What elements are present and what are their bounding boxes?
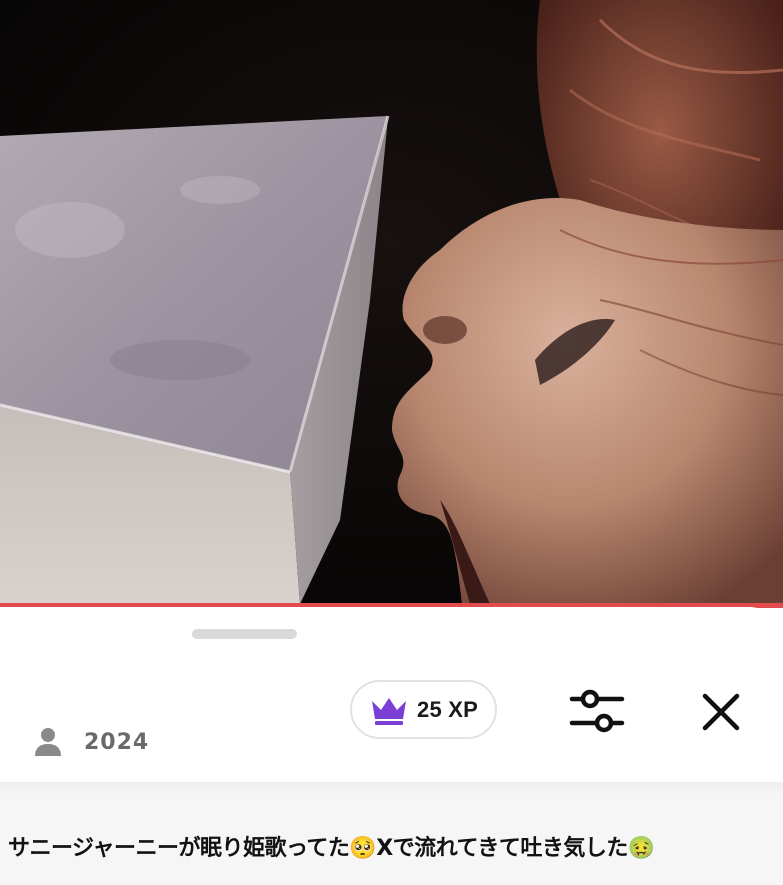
crown-icon <box>372 697 407 725</box>
sliders-icon <box>569 689 625 733</box>
close-icon <box>702 693 740 731</box>
video-player[interactable] <box>0 0 783 604</box>
bottom-sheet: 25 XP 2024 <box>0 607 783 783</box>
person-icon <box>35 728 61 756</box>
app-frame: 25 XP 2024 サニージャーニーが眠り姫歌ってた🥺Xで流れてきて吐き気した… <box>0 0 783 885</box>
post-year: 2024 <box>84 729 150 755</box>
section-divider <box>0 782 783 794</box>
video-frame-image <box>0 0 783 604</box>
sheet-drag-handle[interactable] <box>192 629 297 639</box>
filter-button[interactable] <box>566 685 626 737</box>
post-caption: サニージャーニーが眠り姫歌ってた🥺Xで流れてきて吐き気した🤢 <box>8 836 655 861</box>
xp-badge[interactable]: 25 XP <box>350 680 497 739</box>
caption-section: サニージャーニーが眠り姫歌ってた🥺Xで流れてきて吐き気した🤢 <box>0 794 783 885</box>
author-row[interactable]: 2024 <box>32 725 149 759</box>
close-button[interactable] <box>700 691 742 733</box>
xp-label: 25 XP <box>417 696 478 722</box>
